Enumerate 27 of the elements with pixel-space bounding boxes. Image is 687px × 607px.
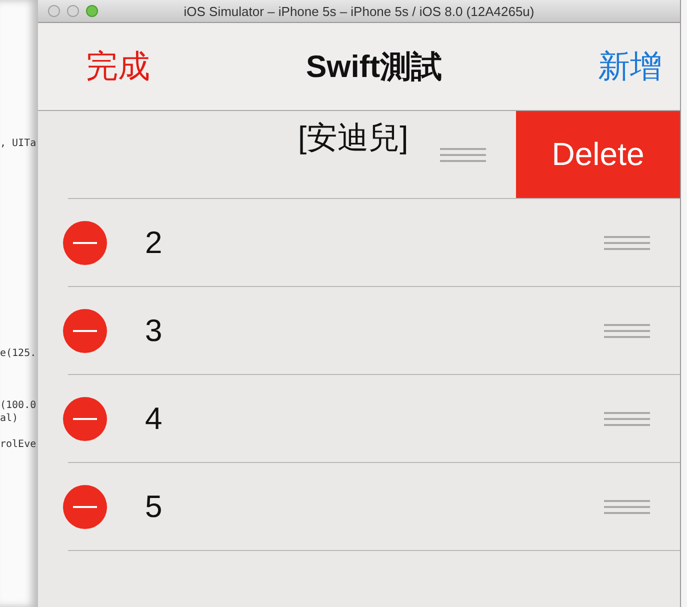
delete-minus-icon[interactable]: [62, 308, 108, 354]
reorder-icon[interactable]: [604, 410, 650, 426]
zoom-light-icon[interactable]: [86, 5, 98, 17]
reorder-icon[interactable]: [440, 146, 486, 162]
row-label: 5: [145, 488, 162, 524]
delete-minus-icon[interactable]: [62, 220, 108, 266]
code-line: , UITa: [0, 138, 36, 149]
reorder-icon[interactable]: [604, 498, 650, 514]
reorder-icon[interactable]: [604, 234, 650, 250]
close-light-icon[interactable]: [48, 5, 60, 17]
row-label: 2: [145, 224, 162, 260]
add-button[interactable]: 新增: [598, 44, 662, 88]
row-label: 3: [145, 312, 162, 348]
code-line: (100.0: [0, 400, 36, 411]
reorder-icon[interactable]: [604, 322, 650, 338]
code-line: e(125.: [0, 348, 36, 359]
nav-title: Swift測試: [306, 48, 442, 86]
delete-button[interactable]: Delete: [516, 111, 680, 198]
minimize-light-icon[interactable]: [67, 5, 79, 17]
code-line: rolEve: [0, 439, 36, 450]
code-line: al): [0, 413, 18, 424]
row-label: [安迪兒]: [298, 119, 408, 157]
done-button[interactable]: 完成: [86, 44, 150, 88]
delete-minus-icon[interactable]: [62, 484, 108, 530]
window-title: iOS Simulator – iPhone 5s – iPhone 5s / iOS 8.0 (12A4265u): [182, 4, 536, 18]
delete-minus-icon[interactable]: [62, 396, 108, 442]
row-label: 4: [145, 400, 162, 436]
